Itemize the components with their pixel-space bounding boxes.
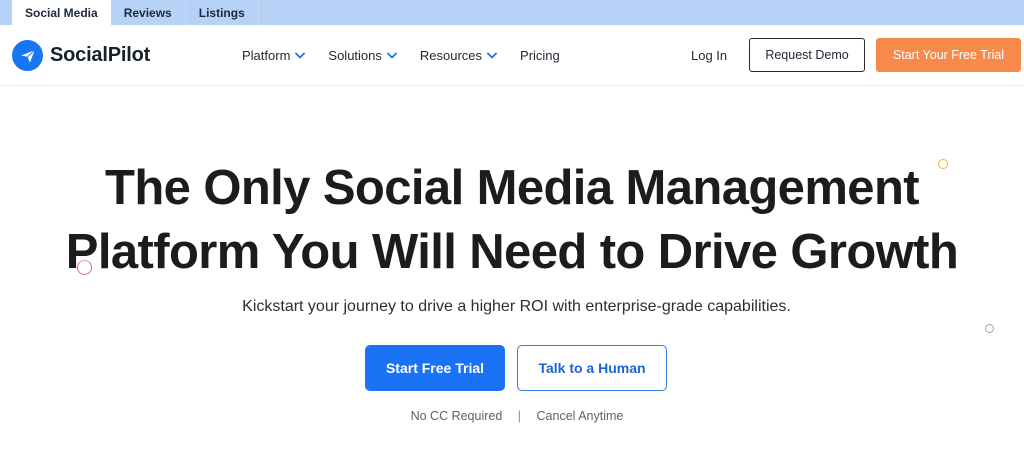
hero-section: The Only Social Media Management Platfor… [0, 86, 1024, 456]
tab-social-media[interactable]: Social Media [12, 0, 111, 25]
brand-logo-link[interactable]: SocialPilot [12, 40, 150, 71]
hero-headline-line1: The Only Social Media Management [105, 161, 920, 215]
nav-item-pricing[interactable]: Pricing [520, 48, 560, 63]
chevron-down-icon [295, 52, 306, 59]
nav-item-solutions[interactable]: Solutions [328, 48, 397, 63]
decorative-circle-gray [985, 324, 994, 333]
tab-listings[interactable]: Listings [186, 0, 259, 25]
chevron-down-icon [386, 52, 397, 59]
talk-to-human-button[interactable]: Talk to a Human [517, 345, 667, 391]
hero-subtitle: Kickstart your journey to drive a higher… [242, 298, 791, 315]
start-free-trial-header-button[interactable]: Start Your Free Trial [876, 38, 1021, 72]
nav-item-label: Platform [242, 48, 291, 63]
hero-notes: No CC Required | Cancel Anytime [0, 409, 1024, 423]
main-navbar: SocialPilot Platform Solutions Resources… [0, 25, 1024, 86]
nav-item-resources[interactable]: Resources [420, 48, 497, 63]
note-separator: | [517, 409, 522, 423]
start-free-trial-button[interactable]: Start Free Trial [365, 345, 505, 391]
paper-plane-icon [12, 40, 43, 71]
nav-item-platform[interactable]: Platform [242, 48, 306, 63]
primary-nav: Platform Solutions Resources Pricing [242, 25, 583, 86]
tab-reviews[interactable]: Reviews [111, 0, 186, 25]
brand-name: SocialPilot [50, 44, 151, 66]
login-link[interactable]: Log In [691, 48, 727, 63]
no-cc-required-note: No CC Required [410, 409, 503, 423]
product-tab-bar: Social Media Reviews Listings [0, 0, 1024, 25]
nav-item-label: Solutions [328, 48, 382, 63]
hero-headline-line2: Platform You Will Need to Drive Growth [65, 225, 959, 279]
chevron-down-icon [487, 52, 497, 59]
request-demo-button[interactable]: Request Demo [749, 38, 865, 72]
nav-item-label: Pricing [520, 48, 560, 63]
nav-item-label: Resources [419, 48, 483, 63]
cancel-anytime-note: Cancel Anytime [536, 409, 624, 423]
